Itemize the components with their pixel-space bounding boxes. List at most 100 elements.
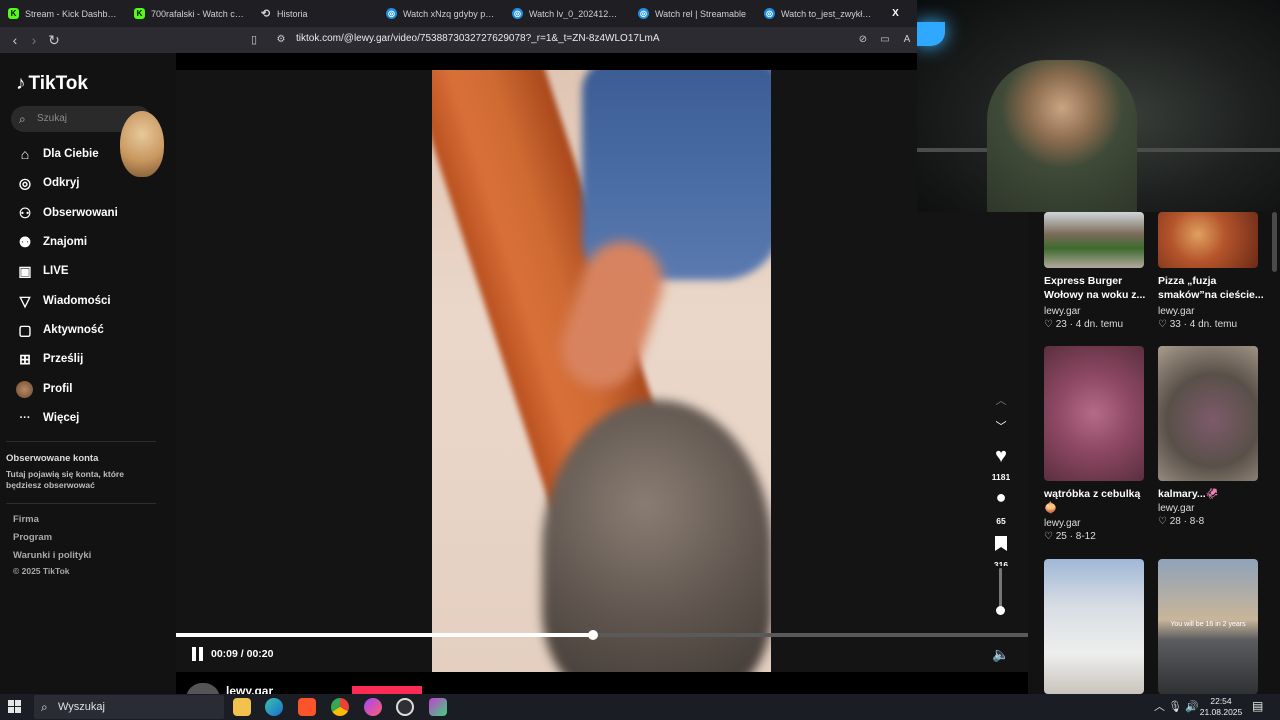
more-icon: ··· [19,412,31,424]
sidebar-item-messages[interactable]: ▽ Wiadomości [16,290,111,312]
video-title[interactable]: wątróbka z cebulką🧅 [1044,487,1152,515]
footer-link-program[interactable]: Program [13,532,52,543]
sidebar-item-profile[interactable]: Profil [16,378,72,400]
clock-date: 21.08.2025 [1199,707,1243,717]
windows-start-icon[interactable] [8,700,22,714]
tab-streamable-3[interactable]: ◎ Watch rel | Streamable [630,0,756,27]
tab-kick-clips[interactable]: K 700rafalski - Watch clips on Kick [126,0,252,27]
url-field[interactable]: tiktok.com/@lewy.gar/video/7538873032727… [296,33,660,44]
sidebar-item-following[interactable]: ⚇ Obserwowani [16,202,118,224]
video-likes: 28 [1169,516,1181,527]
pip-icon[interactable]: ▭ [876,31,894,49]
sidebar: ♪ TikTok ⌕ Szukaj ⌂ Dla Ciebie ◎ Odkryj … [0,53,176,694]
brave-icon[interactable] [298,698,316,716]
video-author[interactable]: lewy.gar [1158,503,1195,514]
webcam-overlay [917,0,1280,212]
video-author[interactable]: lewy.gar [1044,306,1081,317]
comment-button[interactable]: ● [989,487,1013,508]
sidebar-item-friends[interactable]: ⚉ Znajomi [16,231,87,253]
previous-video-button[interactable]: ︿ [992,392,1010,408]
progress-knob[interactable] [588,630,598,640]
video-title[interactable]: Express Burger Wołowy na woku z... [1044,274,1152,302]
video-title[interactable]: Pizza „fuzja smaków”na cieście... [1158,274,1266,302]
video-likes: 33 [1169,319,1181,330]
footer-link-company[interactable]: Firma [13,514,39,525]
thumbnail-overlay-text: You will be 16 in 2 years [1170,621,1246,628]
search-placeholder: Szukaj [37,113,68,124]
sidebar-item-upload[interactable]: ⊞ Prześlij [16,348,83,370]
separator-dot: · [1183,516,1187,527]
video-author[interactable]: lewy.gar [1044,518,1081,529]
related-videos: Express Burger Wołowy na woku z... lewy.… [1028,212,1280,694]
video-thumbnail[interactable] [1158,346,1258,481]
tiktok-logo[interactable]: ♪ TikTok [16,73,88,95]
footer-link-terms[interactable]: Warunki i polityki [13,550,91,561]
activity-icon: ▢ [18,321,32,338]
sidebar-item-activity[interactable]: ▢ Aktywność [16,319,104,341]
taskbar-clock[interactable]: 22:54 21.08.2025 [1198,696,1244,718]
bookmark-icon[interactable]: ▯ [245,31,263,49]
video-title[interactable]: kalmary...🦑 [1158,487,1266,501]
like-count: 1181 [991,472,1011,482]
video-frame[interactable] [432,70,771,672]
sidebar-item-more[interactable]: ··· Więcej [16,407,80,429]
no-sound-icon[interactable]: ⊘ [854,31,872,49]
scrollbar[interactable] [1272,212,1277,272]
upload-icon: ⊞ [19,350,31,367]
volume-icon[interactable]: 🔈 [992,646,1009,663]
video-author[interactable]: lewy.gar [1158,306,1195,317]
chevron-up-icon[interactable]: ︿ [1154,701,1165,713]
chrome-icon[interactable] [331,698,349,716]
tab-history[interactable]: ⟲ Historia [252,0,378,27]
sidebar-item-live[interactable]: ▣ LIVE [16,260,68,282]
video-thumbnail[interactable] [1044,346,1144,481]
site-info-icon[interactable]: ⚙ [272,31,290,49]
tab-label: Historia [277,8,308,19]
video-progress-bar[interactable] [176,630,1028,640]
video-thumbnail[interactable] [1158,212,1258,268]
like-button[interactable]: ♥ [989,445,1013,468]
tab-label: Watch to_jest_zwykła... | Streamable [781,8,874,19]
follow-button[interactable] [352,686,422,694]
video-thumbnail[interactable] [1044,212,1144,268]
speaker-icon[interactable]: 🔊 [1185,701,1199,713]
forward-icon[interactable]: › [25,31,43,49]
video-likes: 25 [1055,531,1067,542]
next-video-button[interactable]: ﹀ [992,418,1010,434]
back-icon[interactable]: ‹ [6,31,24,49]
sidebar-item-for-you[interactable]: ⌂ Dla Ciebie [16,143,99,165]
system-tray[interactable]: ︿ 🎙 🔊 [1154,698,1199,714]
separator-dot: · [1183,319,1187,330]
pause-button[interactable] [191,647,205,661]
bookmark-icon [995,536,1007,551]
sidebar-divider [6,441,156,442]
tab-streamable-2[interactable]: ◎ Watch lv_0_20241222204 | Streamable [504,0,630,27]
tab-streamable-1[interactable]: ◎ Watch xNzq gdyby pykło | Streamable [378,0,504,27]
tab-x[interactable]: X [882,0,918,27]
taskbar-search[interactable]: ⌕ Wyszukaj [34,695,224,719]
microphone-icon[interactable]: 🎙 [1168,701,1182,713]
reload-icon[interactable]: ↻ [45,31,63,49]
tab-kick-dashboard[interactable]: K Stream - Kick Dashboard [0,0,126,27]
obs-icon[interactable] [396,698,414,716]
separator-dot: · [1069,531,1073,542]
author-name[interactable]: lewy.gar [226,684,273,694]
x-icon: X [892,8,899,19]
edge-icon[interactable] [265,698,283,716]
sidebar-item-label: Aktywność [43,324,104,336]
video-thumbnail[interactable]: You will be 16 in 2 years [1158,559,1258,694]
bookmark-button[interactable] [993,535,1009,552]
tiktok-note-icon: ♪ [16,73,26,94]
translate-icon[interactable]: A [898,31,916,49]
volume-knob[interactable] [996,606,1005,615]
notifications-icon[interactable]: ▤ [1252,699,1263,713]
tab-streamable-4[interactable]: ◎ Watch to_jest_zwykła... | Streamable [756,0,882,27]
streamable-icon: ◎ [386,8,397,19]
file-explorer-icon[interactable] [233,698,251,716]
taskbar-search-label: Wyszukaj [58,701,105,713]
streamable-icon: ◎ [638,8,649,19]
video-thumbnail[interactable] [1044,559,1144,694]
sidebar-item-explore[interactable]: ◎ Odkryj [16,172,80,194]
messenger-icon[interactable] [364,698,382,716]
app-icon[interactable] [429,698,447,716]
